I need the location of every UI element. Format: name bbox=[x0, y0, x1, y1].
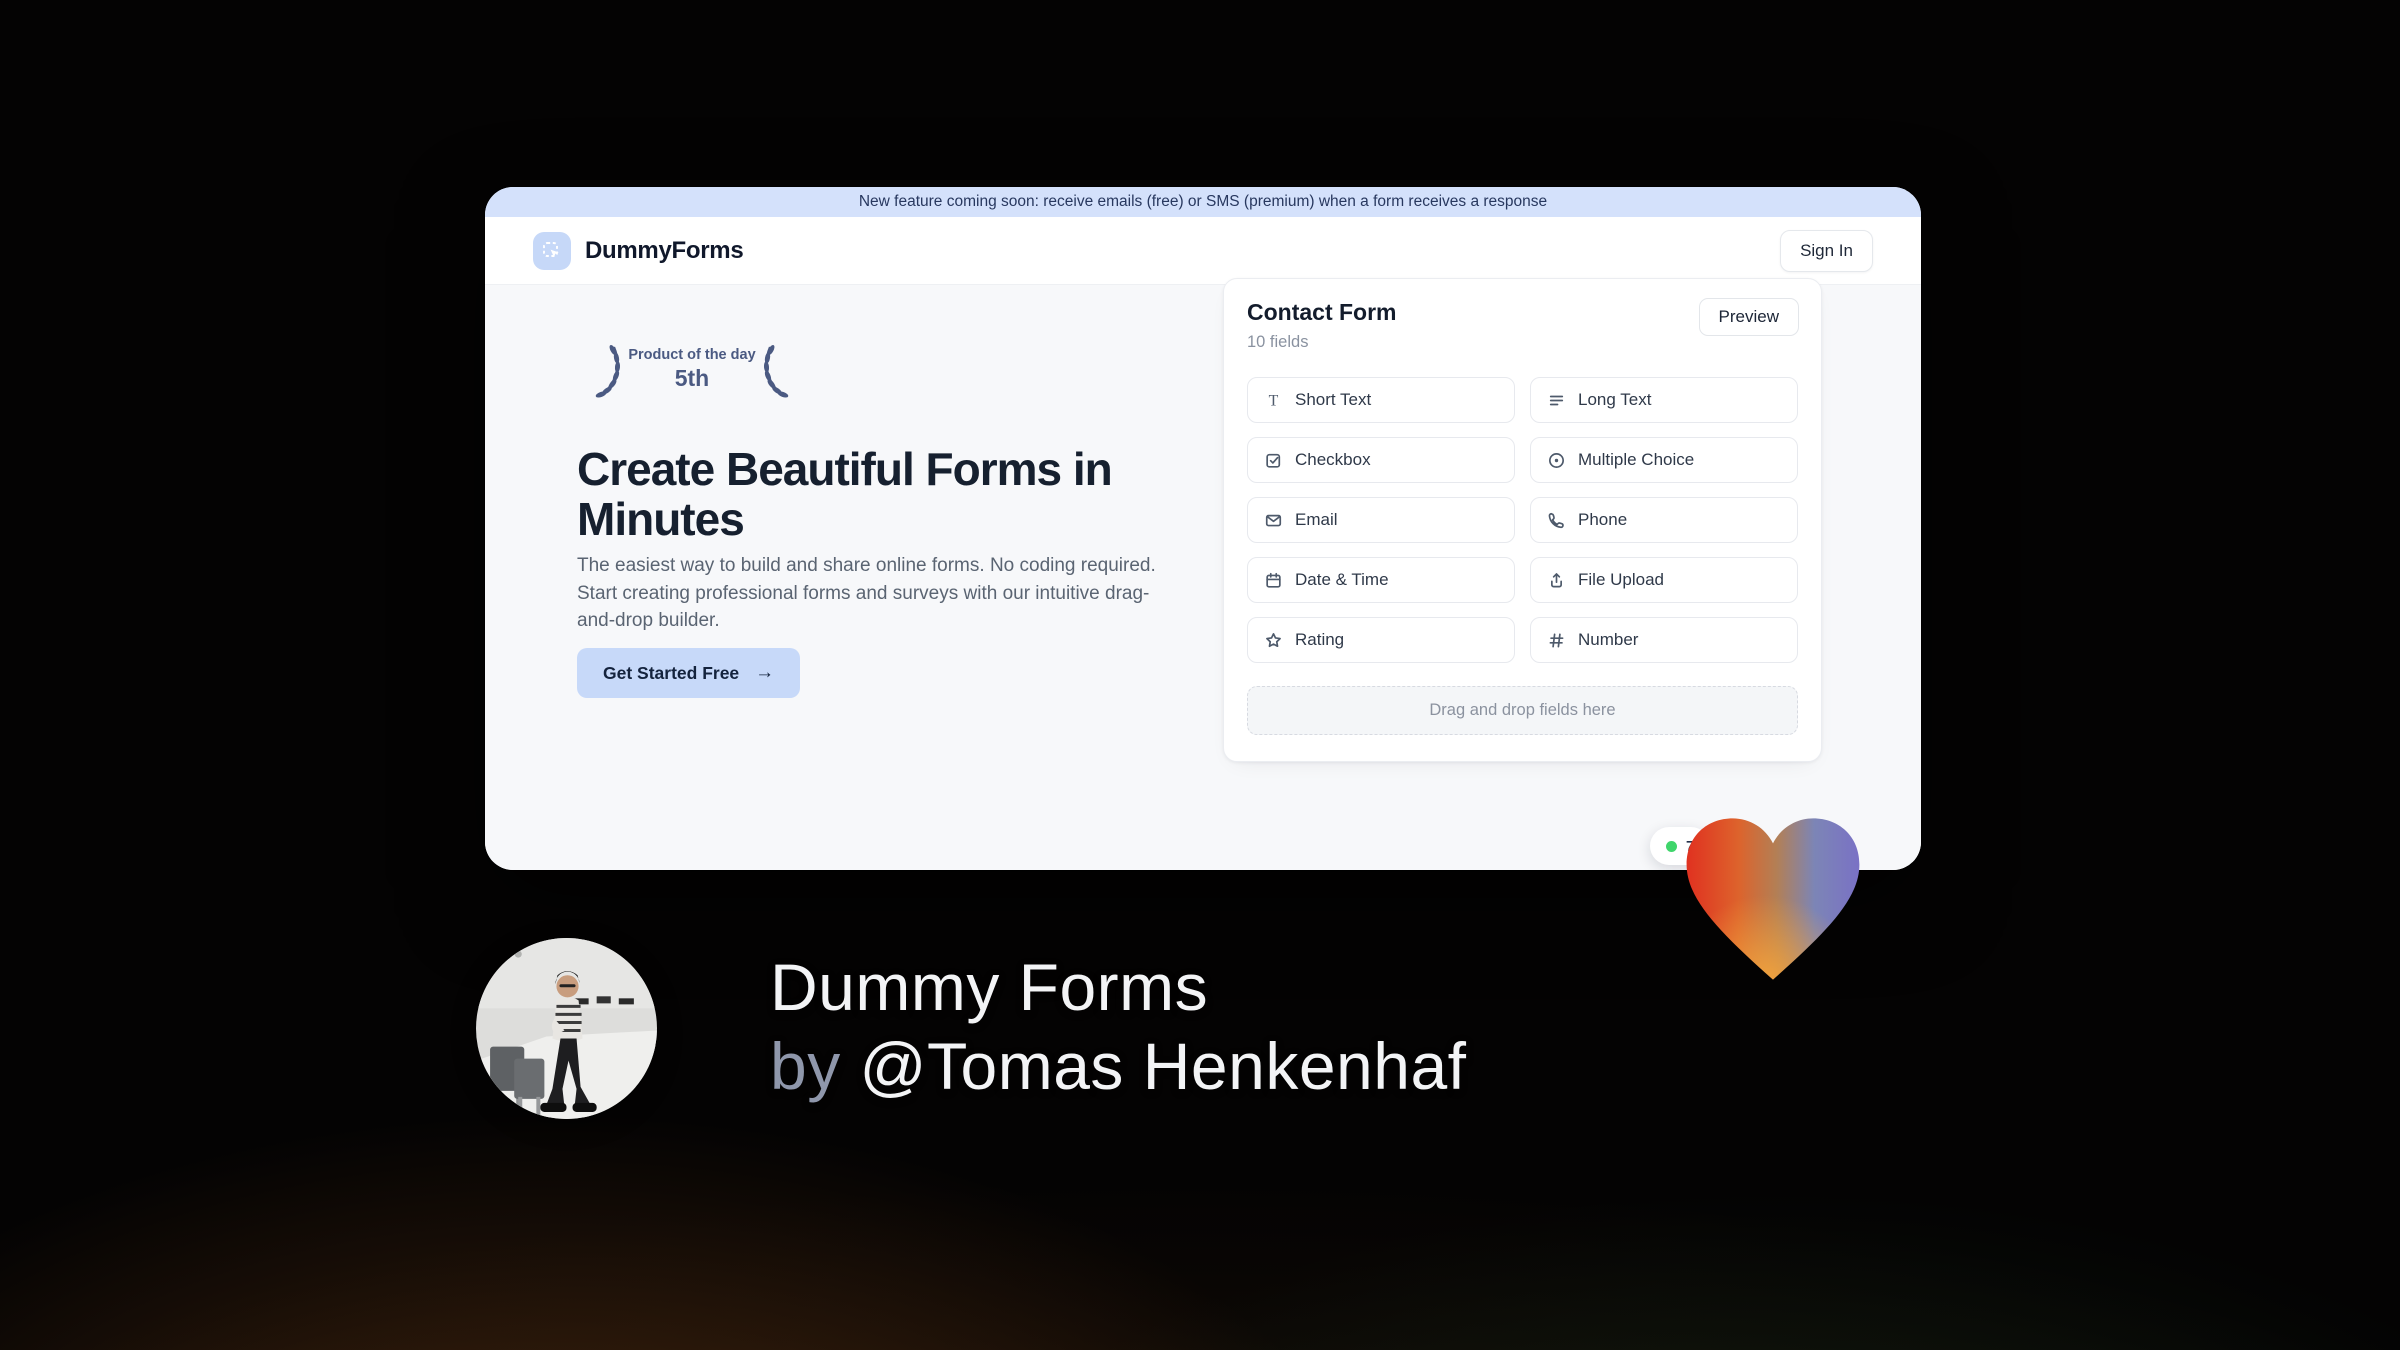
status-dot-icon bbox=[1666, 840, 1677, 852]
announcement-text: New feature coming soon: receive emails … bbox=[858, 193, 1548, 210]
brand-name: DummyForms bbox=[585, 236, 744, 264]
announcement-banner: New feature coming soon: receive emails … bbox=[485, 187, 1921, 217]
award-title: Product of the day bbox=[628, 347, 756, 364]
email-icon bbox=[1264, 511, 1283, 530]
upload-icon bbox=[1547, 571, 1566, 590]
field-chip-long-text[interactable]: Long Text bbox=[1530, 377, 1798, 423]
hero-heading: Create Beautiful Forms in Minutes bbox=[577, 442, 1113, 546]
field-chip-file-upload[interactable]: File Upload bbox=[1530, 557, 1798, 603]
calendar-icon bbox=[1264, 571, 1283, 590]
sign-in-button[interactable]: Sign In bbox=[1780, 229, 1873, 272]
cursor-box-icon bbox=[533, 231, 571, 270]
builder-title: Contact Form bbox=[1247, 299, 1397, 325]
checkbox-icon bbox=[1264, 451, 1283, 470]
field-chip-rating[interactable]: Rating bbox=[1247, 617, 1515, 663]
field-chip-phone[interactable]: Phone bbox=[1530, 497, 1798, 543]
field-chip-date-time[interactable]: Date & Time bbox=[1247, 557, 1515, 603]
hero-section: Product of the day 5th Create Beautiful … bbox=[485, 278, 1921, 870]
browser-window: New feature coming soon: receive emails … bbox=[485, 187, 1921, 870]
hash-icon bbox=[1547, 631, 1566, 650]
dropzone-text: Drag and drop fields here bbox=[1429, 701, 1616, 719]
laurel-left-icon bbox=[596, 344, 621, 398]
field-chip-short-text[interactable]: T Short Text bbox=[1247, 377, 1515, 423]
field-chip-checkbox[interactable]: Checkbox bbox=[1247, 437, 1515, 483]
field-chip-multiple-choice[interactable]: Multiple Choice bbox=[1530, 437, 1798, 483]
phone-icon bbox=[1547, 511, 1566, 530]
get-started-button[interactable]: Get Started Free → bbox=[577, 648, 801, 698]
preview-button[interactable]: Preview bbox=[1698, 298, 1799, 336]
hero-description: The easiest way to build and share onlin… bbox=[577, 555, 1156, 632]
gradient-heart-icon bbox=[1686, 818, 1860, 980]
byline-by: by bbox=[770, 1029, 860, 1104]
site-header: DummyForms Sign In bbox=[485, 217, 1921, 285]
multiple-choice-icon bbox=[1547, 451, 1566, 470]
builder-subtitle: 10 fields bbox=[1247, 333, 1309, 351]
author-handle: @Tomas Henkenhaf bbox=[859, 1029, 1467, 1104]
svg-text:T: T bbox=[1269, 392, 1279, 409]
laurel-right-icon bbox=[763, 344, 788, 398]
field-grid: T Short Text Long Text Checkbox Multiple… bbox=[1247, 377, 1798, 663]
get-started-label: Get Started Free bbox=[603, 662, 740, 683]
author-avatar bbox=[476, 938, 657, 1119]
caption: Dummy Forms by @Tomas Henkenhaf bbox=[770, 948, 1467, 1106]
dropzone[interactable]: Drag and drop fields here bbox=[1247, 686, 1798, 735]
arrow-right-icon: → bbox=[755, 662, 775, 683]
product-byline: by @Tomas Henkenhaf bbox=[770, 1027, 1467, 1106]
star-icon bbox=[1264, 631, 1283, 650]
stage: New feature coming soon: receive emails … bbox=[0, 0, 2400, 1350]
field-chip-number[interactable]: Number bbox=[1530, 617, 1798, 663]
award-badge: Product of the day 5th bbox=[577, 341, 807, 399]
award-rank: 5th bbox=[674, 365, 710, 392]
logo[interactable]: DummyForms bbox=[533, 231, 744, 270]
short-text-icon: T bbox=[1264, 391, 1283, 410]
form-builder-card: Contact Form 10 fields Preview T Short T… bbox=[1223, 278, 1822, 762]
product-title: Dummy Forms bbox=[770, 950, 1209, 1024]
long-text-icon bbox=[1547, 391, 1566, 410]
field-chip-email[interactable]: Email bbox=[1247, 497, 1515, 543]
